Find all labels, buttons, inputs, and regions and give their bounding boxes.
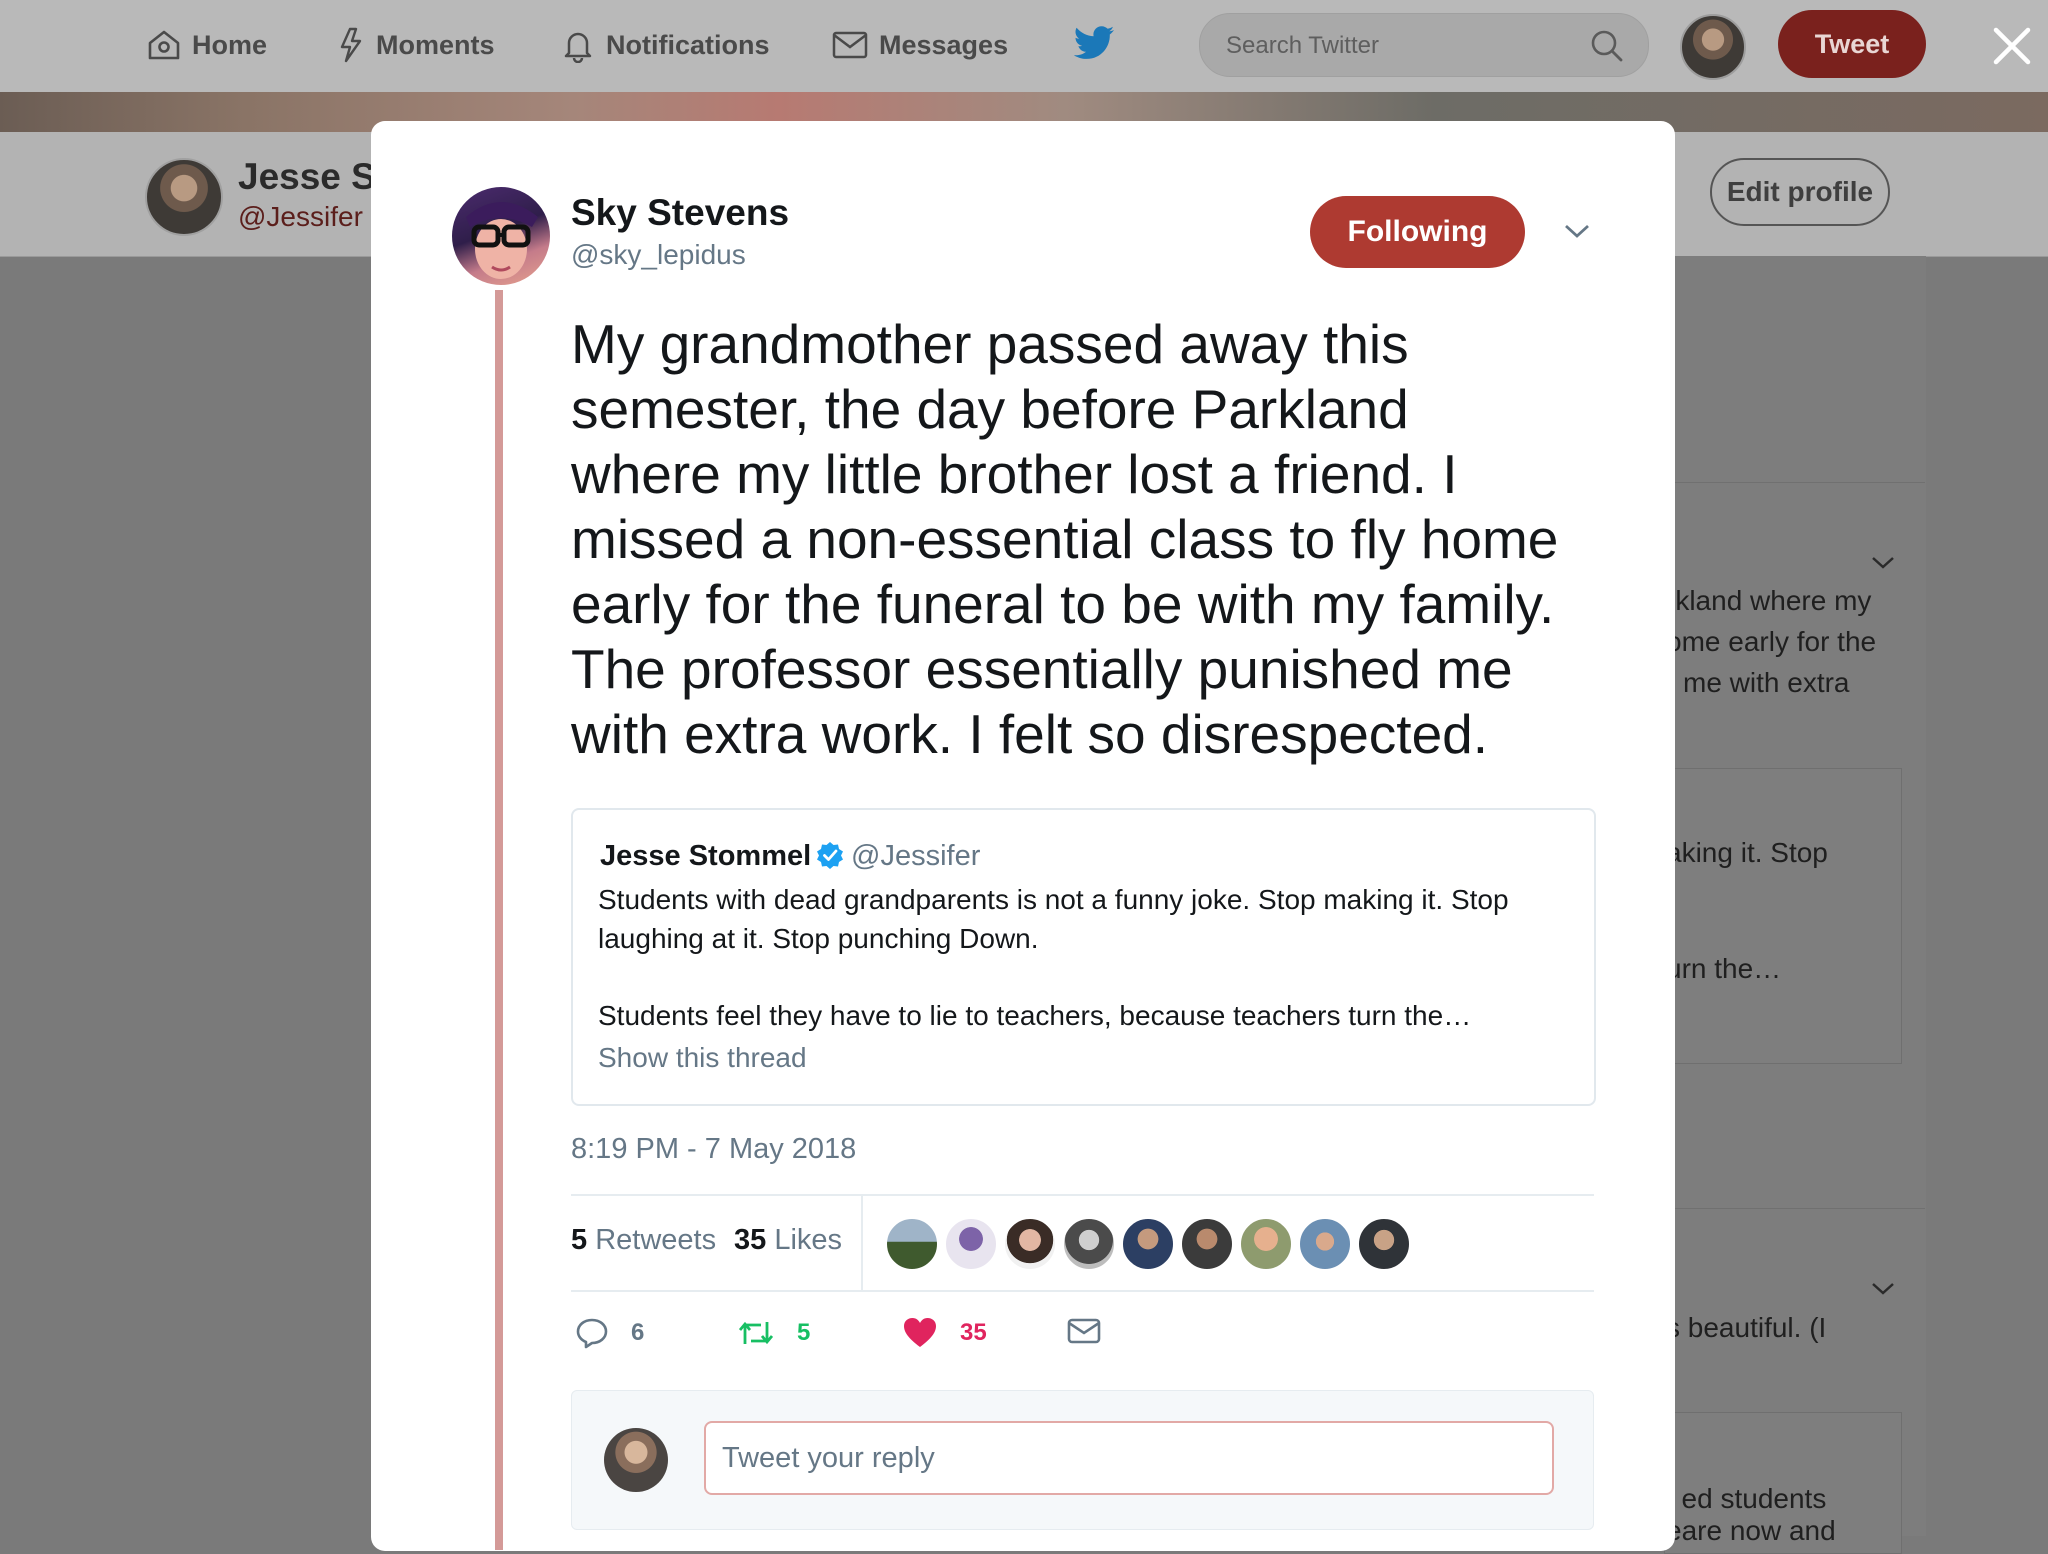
liker-avatar[interactable] bbox=[1062, 1217, 1116, 1271]
search-box[interactable] bbox=[1199, 13, 1649, 78]
timeline-quote-card bbox=[1664, 768, 1902, 1064]
like-count: 35 bbox=[960, 1319, 987, 1346]
author-handle[interactable]: @sky_lepidus bbox=[571, 239, 746, 271]
reply-user-avatar bbox=[604, 1428, 668, 1492]
direct-message-action[interactable] bbox=[1066, 1316, 1124, 1346]
quoted-tweet-text-continued: Students feel they have to lie to teache… bbox=[598, 1000, 1472, 1031]
timeline-snippet: me with extra bbox=[1683, 667, 1850, 698]
tweet-timestamp[interactable]: 8:19 PM - 7 May 2018 bbox=[571, 1133, 856, 1166]
timeline-snippet: rkland where my bbox=[1666, 585, 1872, 616]
likes-stat[interactable]: 35 Likes bbox=[734, 1224, 842, 1257]
reply-composer bbox=[571, 1390, 1594, 1530]
twitter-bird-icon[interactable] bbox=[1072, 24, 1116, 64]
liker-avatar[interactable] bbox=[1180, 1217, 1234, 1271]
quoted-author-handle: @Jessifer bbox=[851, 840, 981, 872]
profile-avatar[interactable] bbox=[145, 158, 223, 236]
tweet-button[interactable]: Tweet bbox=[1778, 10, 1926, 78]
chevron-down-icon[interactable] bbox=[1868, 1278, 1898, 1298]
liker-avatar[interactable] bbox=[1357, 1217, 1411, 1271]
envelope-icon bbox=[832, 31, 868, 59]
show-thread-link[interactable]: Show this thread bbox=[598, 1042, 807, 1074]
nav-moments[interactable]: Moments bbox=[336, 22, 495, 68]
reply-icon bbox=[576, 1318, 608, 1349]
like-action[interactable]: 35 bbox=[902, 1316, 987, 1350]
retweets-label: Retweets bbox=[595, 1224, 717, 1256]
edit-profile-button[interactable]: Edit profile bbox=[1710, 158, 1890, 226]
timeline-snippet: s beautiful. (I bbox=[1666, 1312, 1827, 1343]
chevron-down-icon[interactable] bbox=[1562, 220, 1592, 242]
timeline-snippet: urn the… bbox=[1666, 953, 1782, 984]
top-navigation-bar: Home Moments Notifications Messages Twee… bbox=[0, 0, 2048, 93]
author-avatar[interactable] bbox=[452, 187, 550, 285]
quoted-tweet-text: Students with dead grandparents is not a… bbox=[598, 884, 1509, 954]
author-name[interactable]: Sky Stevens bbox=[571, 192, 789, 234]
likes-label: Likes bbox=[774, 1224, 843, 1256]
reply-action[interactable]: 6 bbox=[575, 1316, 644, 1350]
liker-avatar[interactable] bbox=[1121, 1217, 1175, 1271]
nav-messages-label: Messages bbox=[879, 29, 1009, 60]
stats-divider bbox=[571, 1290, 1594, 1292]
following-button[interactable]: Following bbox=[1310, 196, 1525, 268]
liker-avatar[interactable] bbox=[1239, 1217, 1293, 1271]
quoted-author-name: Jesse Stommel bbox=[600, 840, 812, 872]
retweet-count: 5 bbox=[797, 1319, 811, 1346]
timeline-snippet: aking it. Stop bbox=[1666, 837, 1828, 868]
stats-divider bbox=[861, 1196, 863, 1290]
stats-divider bbox=[571, 1194, 1594, 1196]
timeline-divider bbox=[1660, 1208, 1925, 1209]
heart-icon bbox=[904, 1318, 936, 1347]
close-icon[interactable] bbox=[1990, 24, 2034, 68]
lightning-icon bbox=[340, 27, 362, 63]
liker-avatar[interactable] bbox=[1298, 1217, 1352, 1271]
quoted-tweet-card[interactable]: Jesse Stommel @Jessifer Students with de… bbox=[571, 808, 1596, 1106]
nav-messages[interactable]: Messages bbox=[831, 22, 1008, 68]
search-icon[interactable] bbox=[1590, 29, 1624, 63]
search-input[interactable] bbox=[1224, 14, 1568, 78]
avatar-illustration bbox=[466, 202, 538, 279]
envelope-icon bbox=[1067, 1318, 1101, 1344]
thread-line bbox=[495, 290, 503, 1550]
liker-avatar[interactable] bbox=[944, 1217, 998, 1271]
home-icon bbox=[148, 30, 180, 60]
profile-handle: @Jessifer bbox=[238, 201, 363, 232]
retweets-count: 5 bbox=[571, 1224, 588, 1256]
timeline-snippet: ome early for the bbox=[1666, 626, 1877, 657]
nav-notifications[interactable]: Notifications bbox=[560, 22, 770, 68]
nav-notifications-label: Notifications bbox=[606, 29, 770, 60]
profile-name: Jesse S bbox=[238, 156, 376, 197]
reply-input[interactable] bbox=[704, 1421, 1554, 1495]
timeline-divider bbox=[1660, 482, 1925, 483]
liker-avatar[interactable] bbox=[885, 1217, 939, 1271]
tweet-text: My grandmother passed away this semester… bbox=[571, 313, 1559, 765]
retweets-stat[interactable]: 5 Retweets bbox=[571, 1224, 716, 1257]
verified-badge-icon bbox=[817, 842, 843, 869]
retweet-icon bbox=[738, 1321, 774, 1345]
likes-count: 35 bbox=[734, 1224, 767, 1256]
nav-home[interactable]: Home bbox=[146, 22, 267, 68]
reply-count: 6 bbox=[631, 1319, 645, 1346]
nav-moments-label: Moments bbox=[376, 29, 495, 60]
chevron-down-icon[interactable] bbox=[1868, 552, 1898, 572]
timeline-snippet: eare now and bbox=[1666, 1515, 1836, 1546]
nav-home-label: Home bbox=[192, 29, 268, 60]
retweet-action[interactable]: 5 bbox=[737, 1316, 810, 1350]
user-avatar[interactable] bbox=[1680, 14, 1746, 80]
liker-avatar[interactable] bbox=[1003, 1217, 1057, 1271]
bell-icon bbox=[564, 32, 592, 63]
